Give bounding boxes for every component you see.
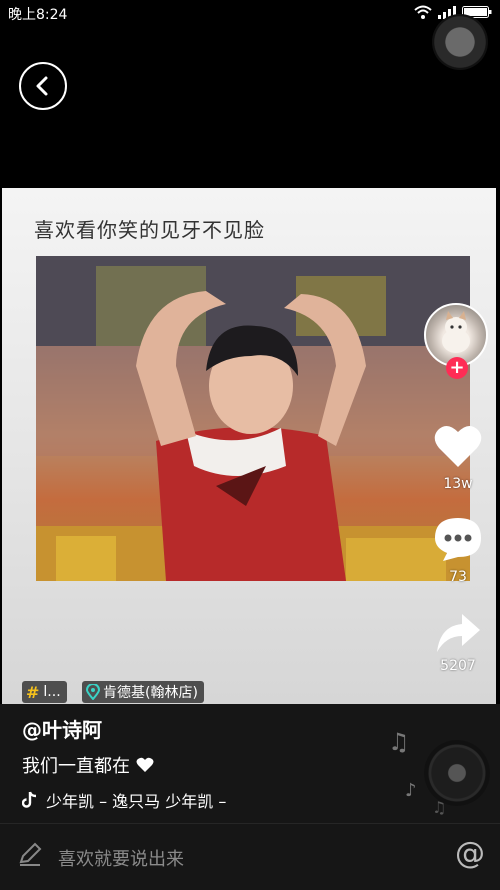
music-info[interactable]: 少年凯 – 逸只马 少年凯 –	[22, 788, 226, 812]
status-time: 晚上8:24	[8, 7, 68, 23]
back-button[interactable]	[19, 62, 67, 110]
location-tag[interactable]: 肯德基(翰林店)	[82, 681, 204, 703]
share-arrow-icon[interactable]	[434, 612, 482, 656]
floating-assistant-ball[interactable]	[432, 14, 488, 70]
location-pin-icon	[86, 684, 100, 700]
location-tag-label: 肯德基(翰林店)	[103, 685, 198, 701]
topic-tag[interactable]: # l...	[22, 681, 67, 703]
follow-plus-button[interactable]: +	[446, 357, 468, 379]
tiktok-note-icon	[22, 791, 37, 808]
pencil-icon	[19, 842, 42, 866]
cat-avatar-image	[442, 311, 470, 353]
heart-icon[interactable]	[433, 422, 483, 470]
wifi-icon	[414, 5, 432, 19]
comment-input[interactable]: 喜欢就要说出来	[58, 845, 184, 871]
spinning-record[interactable]	[424, 740, 490, 806]
hashtag-icon: #	[26, 682, 40, 702]
video-photo	[36, 256, 470, 581]
music-note-small-icon: ♪	[405, 780, 417, 801]
music-title: 少年凯 – 逸只马 少年凯 –	[46, 792, 227, 811]
comment-count: 73	[449, 569, 467, 585]
video-caption: 喜欢看你笑的见牙不见脸	[34, 218, 265, 242]
share-count: 5207	[440, 658, 476, 674]
speech-bubble-icon[interactable]	[433, 515, 483, 563]
topic-tag-label: l...	[43, 684, 61, 700]
post-description-text: 我们一直都在	[22, 756, 130, 777]
author-username[interactable]: @叶诗阿	[22, 714, 102, 743]
like-count: 13w	[443, 476, 473, 492]
post-description: 我们一直都在	[22, 752, 154, 778]
performer-illustration	[36, 256, 470, 581]
heart-emoji-icon	[136, 757, 154, 772]
chevron-left-icon	[36, 76, 48, 96]
mention-button[interactable]: @	[455, 836, 485, 871]
music-note-icon: ♫	[388, 728, 410, 756]
